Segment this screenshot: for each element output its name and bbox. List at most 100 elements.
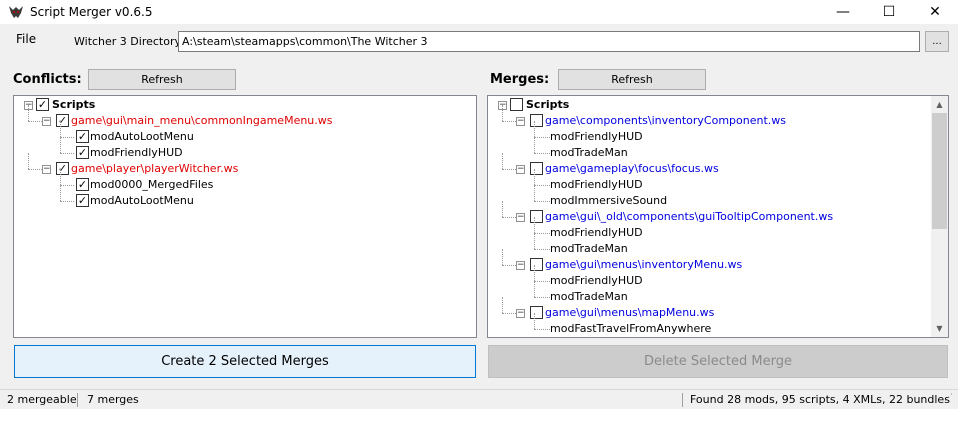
collapse-icon[interactable]: − <box>516 261 525 270</box>
maximize-icon: ☐ <box>882 4 896 20</box>
tree-connector <box>534 185 535 201</box>
collapse-icon[interactable]: − <box>516 213 525 222</box>
directory-input[interactable] <box>178 31 920 52</box>
delete-merge-button[interactable]: Delete Selected Merge <box>488 345 948 378</box>
conflict-file-item[interactable]: game\player\playerWitcher.ws <box>71 161 238 177</box>
checkbox[interactable] <box>510 98 523 111</box>
checkbox[interactable]: ✓ <box>76 130 89 143</box>
tree-connector <box>534 313 535 329</box>
tree-connector <box>502 297 503 313</box>
tree-connector <box>534 169 535 185</box>
checkbox[interactable] <box>530 258 543 271</box>
merge-mod-item[interactable]: modFriendlyHUD <box>550 129 643 145</box>
background-area <box>0 409 958 423</box>
tree-connector <box>502 249 503 265</box>
conflicts-tree[interactable]: − ✓ Scripts − ✓ game\gui\main_menu\commonInga… <box>13 95 477 338</box>
merge-count: 7 merges <box>87 393 139 406</box>
file-menu[interactable]: File <box>16 32 36 46</box>
tree-connector <box>534 121 535 137</box>
collapse-icon[interactable]: − <box>516 117 525 126</box>
checkbox[interactable]: ✓ <box>76 194 89 207</box>
merge-file-item[interactable]: game\gui\menus\inventoryMenu.ws <box>545 257 742 273</box>
checkbox[interactable]: ✓ <box>76 146 89 159</box>
tree-connector <box>60 153 74 154</box>
close-button[interactable]: ✕ <box>912 0 958 24</box>
checkbox[interactable] <box>530 162 543 175</box>
merge-mod-item[interactable]: modTradeMan <box>550 241 628 257</box>
checkbox[interactable] <box>530 306 543 319</box>
maximize-button[interactable]: ☐ <box>866 0 912 24</box>
create-merges-button[interactable]: Create 2 Selected Merges <box>14 345 476 378</box>
merge-mod-item[interactable]: modTradeMan <box>550 145 628 161</box>
merge-file-item[interactable]: game\gui\menus\mapMenu.ws <box>545 305 714 321</box>
tree-connector <box>534 249 550 250</box>
checkbox[interactable]: ✓ <box>36 98 49 111</box>
checkbox[interactable]: ✓ <box>56 162 69 175</box>
conflict-mod-item[interactable]: modAutoLootMenu <box>90 193 194 209</box>
merges-refresh-button[interactable]: Refresh <box>558 69 706 90</box>
status-bar: 2 mergeable 7 merges Found 28 mods, 95 s… <box>0 389 958 410</box>
status-separator <box>682 393 683 407</box>
scroll-thumb[interactable] <box>932 113 947 229</box>
tree-connector <box>502 169 516 170</box>
conflict-mod-item[interactable]: mod0000_MergedFiles <box>90 177 213 193</box>
collapse-icon[interactable]: − <box>516 309 525 318</box>
conflict-mod-item[interactable]: modAutoLootMenu <box>90 129 194 145</box>
tree-connector <box>60 185 61 201</box>
conflicts-refresh-button[interactable]: Refresh <box>88 69 236 90</box>
tree-connector <box>534 201 550 202</box>
conflicts-label: Conflicts: <box>13 72 82 87</box>
merge-mod-item[interactable]: modTradeMan <box>550 289 628 305</box>
checkbox[interactable] <box>530 114 543 127</box>
minimize-button[interactable]: — <box>820 0 866 24</box>
tree-connector <box>534 153 550 154</box>
tree-connector <box>534 281 535 297</box>
merge-file-item[interactable]: game\components\inventoryComponent.ws <box>545 113 786 129</box>
tree-connector <box>28 121 42 122</box>
merge-mod-item[interactable]: modFriendlyHUD <box>550 273 643 289</box>
merges-tree[interactable]: ▲ ▼ − Scripts − game\components\inventoryCo… <box>487 95 949 338</box>
tree-connector <box>534 265 535 281</box>
collapse-icon[interactable]: − <box>516 165 525 174</box>
merge-file-item[interactable]: game\gui\_old\components\guiTooltipCompo… <box>545 209 833 225</box>
window-title: Script Merger v0.6.5 <box>30 5 153 19</box>
collapse-icon[interactable]: − <box>42 117 51 126</box>
tree-connector <box>534 297 550 298</box>
close-icon: ✕ <box>929 4 941 20</box>
scroll-up-icon[interactable]: ▲ <box>931 96 948 113</box>
merge-mod-item[interactable]: modFastTravelFromAnywhere <box>550 321 711 337</box>
tree-connector <box>60 169 61 185</box>
checkbox[interactable]: ✓ <box>76 178 89 191</box>
tree-connector <box>502 105 503 121</box>
scroll-down-icon[interactable]: ▼ <box>931 320 948 337</box>
tree-connector <box>28 153 29 169</box>
resize-grip-icon[interactable]: ⋰ <box>944 393 953 403</box>
tree-connector <box>534 137 535 153</box>
merge-file-item[interactable]: game\gameplay\focus\focus.ws <box>545 161 719 177</box>
merge-mod-item[interactable]: modFriendlyHUD <box>550 225 643 241</box>
merges-scrollbar[interactable]: ▲ ▼ <box>931 96 948 337</box>
conflict-file-item[interactable]: game\gui\main_menu\commonIngameMenu.ws <box>71 113 333 129</box>
tree-connector <box>502 201 503 217</box>
title-bar: Script Merger v0.6.5 — ☐ ✕ <box>0 0 958 24</box>
tree-connector <box>502 313 516 314</box>
collapse-icon[interactable]: − <box>42 165 51 174</box>
merges-label: Merges: <box>490 72 550 87</box>
minimize-icon: — <box>836 4 850 20</box>
tree-connector <box>534 217 535 233</box>
conflict-mod-item[interactable]: modFriendlyHUD <box>90 145 183 161</box>
checkbox[interactable] <box>530 210 543 223</box>
tree-connector <box>534 233 535 249</box>
directory-label: Witcher 3 Directory: <box>74 35 184 48</box>
conflict-root-label: Scripts <box>52 98 96 111</box>
merge-mod-item[interactable]: modFriendlyHUD <box>550 177 643 193</box>
browse-button[interactable]: ... <box>925 31 949 52</box>
merge-mod-item[interactable]: modImmersiveSound <box>550 193 667 209</box>
tree-connector <box>28 105 29 121</box>
checkbox[interactable]: ✓ <box>56 114 69 127</box>
status-separator <box>77 393 78 407</box>
tree-connector <box>60 121 61 137</box>
tree-connector <box>534 233 550 234</box>
tree-connector <box>534 329 550 330</box>
tree-connector <box>60 201 74 202</box>
